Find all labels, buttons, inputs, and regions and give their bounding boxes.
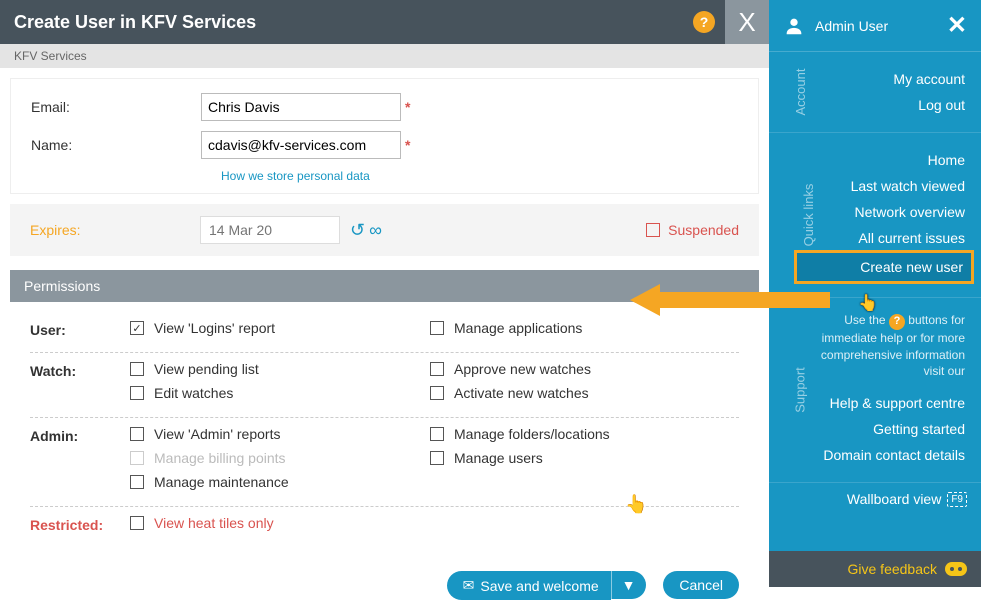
perm-manage-folders[interactable]: Manage folders/locations (430, 426, 730, 442)
perm-manage-apps[interactable]: Manage applications (430, 320, 730, 336)
sidebar-item-create-user[interactable]: Create new user (797, 253, 971, 281)
titlebar: Create User in KFV Services ? X (0, 0, 769, 44)
sidebar-item-help-centre[interactable]: Help & support centre (803, 390, 965, 416)
sidebar-item-domain-contact[interactable]: Domain contact details (803, 442, 965, 468)
perm-edit-watches[interactable]: Edit watches (130, 385, 430, 401)
section-label-support: Support (792, 367, 807, 413)
required-mark: * (405, 137, 410, 153)
reset-icon[interactable]: ↺ (350, 220, 365, 241)
user-form: Email: * Name: * How we store personal d… (10, 78, 759, 194)
checkbox-icon (130, 451, 144, 465)
perm-view-pending[interactable]: View pending list (130, 361, 430, 377)
sidebar-section-quicklinks: Quick links Home Last watch viewed Netwo… (769, 133, 981, 298)
sidebar-section-account: Account My account Log out (769, 52, 981, 133)
checkbox-icon[interactable] (130, 427, 144, 441)
personal-data-link[interactable]: How we store personal data (221, 169, 738, 183)
email-field[interactable] (201, 93, 401, 121)
suspended-checkbox[interactable] (646, 223, 660, 237)
expires-input[interactable] (200, 216, 340, 244)
sidebar-help-text: Use the ? buttons for immediate help or … (803, 312, 965, 380)
f9-badge: F9 (947, 492, 967, 507)
sidebar-item-getting-started[interactable]: Getting started (803, 416, 965, 442)
save-dropdown[interactable]: ▼ (611, 571, 646, 599)
expires-label: Expires: (30, 222, 200, 238)
sidebar-item-my-account[interactable]: My account (803, 66, 965, 92)
perm-heat-tiles[interactable]: View heat tiles only (130, 515, 430, 531)
checkbox-icon[interactable] (430, 321, 444, 335)
checkbox-icon[interactable] (430, 427, 444, 441)
expire-bar: Expires: ↺ ∞ Suspended (10, 204, 759, 256)
suspended-toggle[interactable]: Suspended (646, 222, 739, 238)
section-label-account: Account (793, 69, 808, 116)
suspended-label: Suspended (668, 222, 739, 238)
cancel-button[interactable]: Cancel (663, 571, 739, 599)
perm-manage-maintenance[interactable]: Manage maintenance (130, 474, 430, 490)
help-icon[interactable]: ? (693, 11, 715, 33)
feedback-button[interactable]: Give feedback (769, 551, 981, 587)
perm-view-logins[interactable]: View 'Logins' report (130, 320, 430, 336)
sidebar-section-support: Support Use the ? buttons for immediate … (769, 298, 981, 483)
sidebar-username: Admin User (815, 18, 888, 34)
save-button[interactable]: ✉Save and welcome (447, 571, 611, 600)
checkbox-icon[interactable] (130, 321, 144, 335)
user-icon (783, 15, 805, 37)
checkbox-icon[interactable] (130, 386, 144, 400)
checkbox-icon[interactable] (430, 451, 444, 465)
perm-manage-users[interactable]: Manage users (430, 450, 730, 466)
sidebar-item-current-issues[interactable]: All current issues (803, 225, 965, 251)
section-label-quicklinks: Quick links (801, 184, 816, 247)
perm-view-admin-reports[interactable]: View 'Admin' reports (130, 426, 430, 442)
sidebar-item-network-overview[interactable]: Network overview (803, 199, 965, 225)
checkbox-icon[interactable] (130, 516, 144, 530)
envelope-icon: ✉ (463, 577, 475, 594)
checkbox-icon[interactable] (130, 475, 144, 489)
perm-group-user: User: (30, 320, 130, 344)
infinity-icon[interactable]: ∞ (369, 220, 382, 241)
checkbox-icon[interactable] (130, 362, 144, 376)
button-bar: ✉Save and welcome▼ Cancel (0, 557, 769, 614)
sidebar-item-wallboard[interactable]: Wallboard view F9 (769, 483, 981, 515)
permissions-body: User: View 'Logins' report Manage applic… (10, 302, 759, 557)
name-label: Name: (31, 137, 201, 153)
sidebar-item-log-out[interactable]: Log out (803, 92, 965, 118)
checkbox-icon[interactable] (430, 362, 444, 376)
permissions-header: Permissions (10, 270, 759, 302)
feedback-icon (945, 562, 967, 576)
required-mark: * (405, 99, 410, 115)
sidebar-item-home[interactable]: Home (803, 147, 965, 173)
perm-manage-billing: Manage billing points (130, 450, 430, 466)
perm-activate-watches[interactable]: Activate new watches (430, 385, 730, 401)
dialog-title: Create User in KFV Services (14, 12, 693, 33)
perm-group-admin: Admin: (30, 426, 130, 498)
perm-approve-watches[interactable]: Approve new watches (430, 361, 730, 377)
name-field[interactable] (201, 131, 401, 159)
help-icon: ? (889, 314, 905, 330)
email-label: Email: (31, 99, 201, 115)
perm-group-restricted: Restricted: (30, 515, 130, 539)
sidebar-close-icon[interactable]: ✕ (947, 11, 967, 40)
sidebar-user-row: Admin User ✕ (769, 0, 981, 52)
close-button[interactable]: X (725, 0, 769, 44)
breadcrumb: KFV Services (0, 44, 769, 68)
sidebar: Admin User ✕ Account My account Log out … (769, 0, 981, 587)
checkbox-icon[interactable] (430, 386, 444, 400)
perm-group-watch: Watch: (30, 361, 130, 409)
sidebar-item-last-watch[interactable]: Last watch viewed (803, 173, 965, 199)
